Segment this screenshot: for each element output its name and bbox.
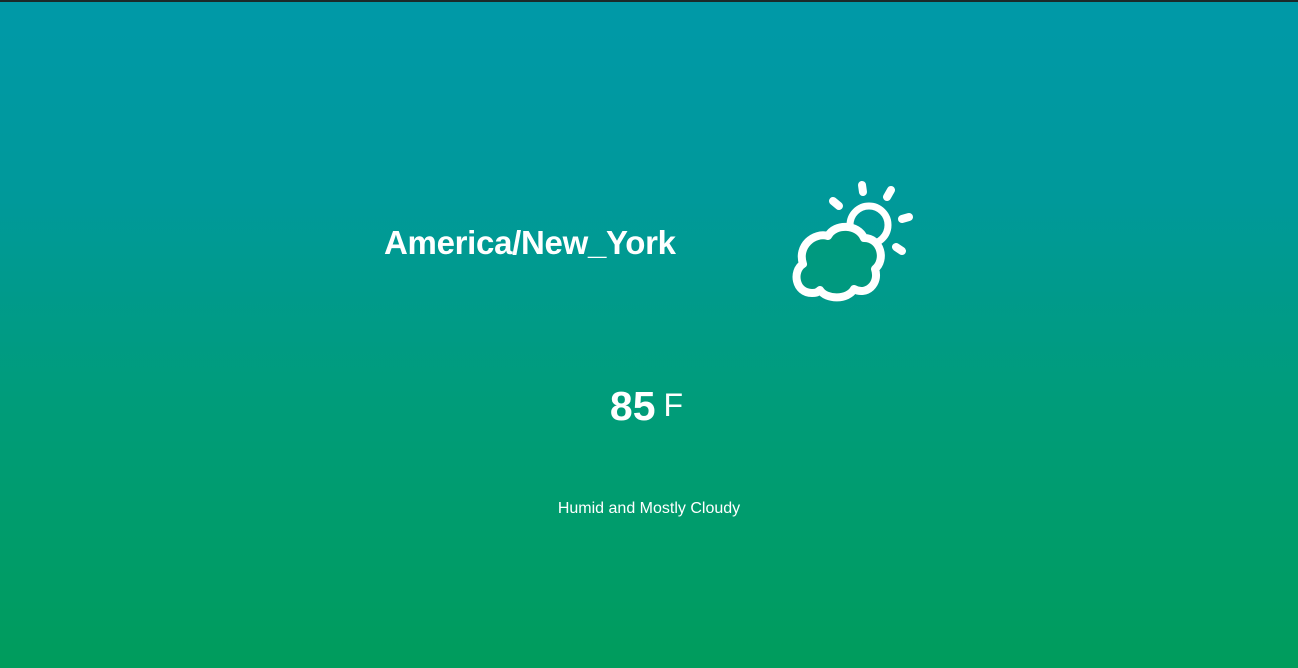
weather-summary: Humid and Mostly Cloudy bbox=[557, 500, 741, 517]
temperature-display: 85 F bbox=[0, 383, 1298, 430]
location-timezone: America/New_York bbox=[384, 224, 676, 261]
partly-cloudy-day-icon bbox=[788, 176, 920, 302]
temperature-value: 85 bbox=[609, 383, 656, 429]
window-top-border bbox=[0, 0, 1298, 2]
temperature-unit: F bbox=[663, 387, 684, 423]
